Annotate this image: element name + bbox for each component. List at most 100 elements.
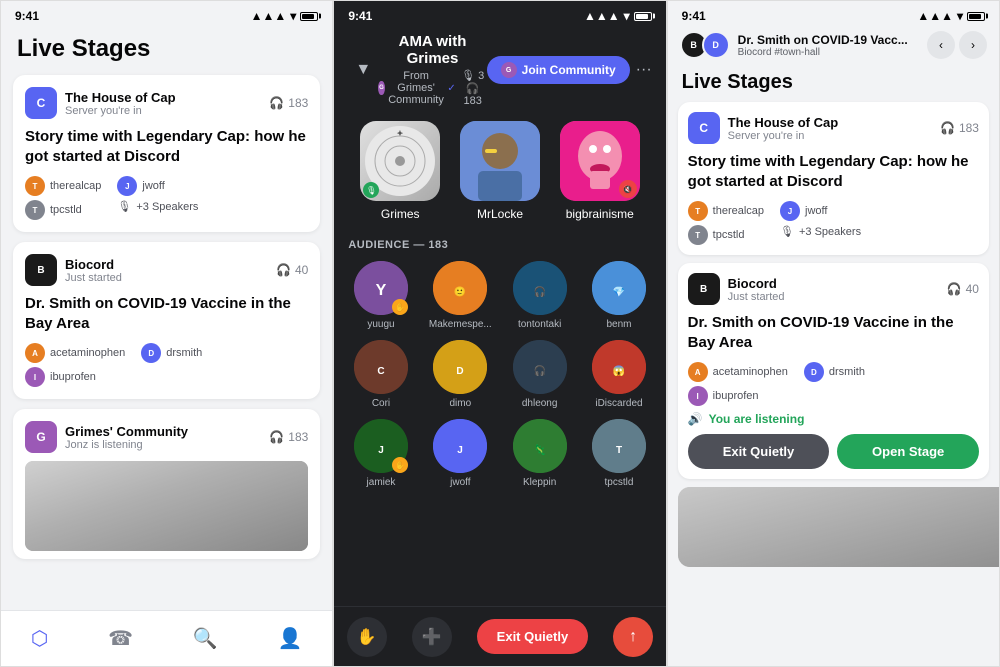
screen-3: 9:41 ▲▲▲ ▾ B D Dr. Smith on COVID-19 Vac…: [667, 0, 1000, 667]
stage-title-1: Story time with Legendary Cap: how he go…: [25, 127, 308, 166]
speaker-drsmith: D drsmith: [141, 343, 202, 363]
svg-text:🎧: 🎧: [533, 364, 545, 377]
stage-card-1[interactable]: C The House of Cap Server you're in 🎧 18…: [13, 75, 320, 232]
s3-card2-header: B Biocord Just started 🎧 40: [688, 273, 979, 305]
open-stage-button[interactable]: Open Stage: [837, 434, 979, 469]
avatar-makemespe: 🙂: [433, 261, 487, 315]
audience-member-kleppin: 🦎 Kleppin: [505, 419, 574, 488]
s3-speaker-more: 🎙 +3 Speakers: [780, 225, 861, 238]
mrlocke-avatar-wrap: [460, 121, 540, 201]
hand-raise-button[interactable]: ✋: [347, 617, 387, 657]
more-options-button[interactable]: ↑: [613, 617, 653, 657]
s3-avatar-therealcap: T: [688, 201, 708, 221]
stage-card-2[interactable]: B Biocord Just started 🎧 40 Dr. Smith on…: [13, 242, 320, 399]
speaker-name-therealcap: therealcap: [50, 180, 101, 192]
s3-speaker-ibuprofen: I ibuprofen: [688, 386, 788, 406]
s3-stage-card-1[interactable]: C The House of Cap Server you're in 🎧 18…: [678, 102, 989, 255]
community-text: Grimes' Community Jonz is listening: [65, 424, 188, 451]
audience-member-jwoff: J jwoff: [426, 419, 495, 488]
speakers-2: A acetaminophen I ibuprofen D drsmith: [25, 343, 308, 387]
action-buttons: Exit Quietly Open Stage: [688, 434, 979, 469]
status-icons-1: ▲▲▲ ▾: [251, 9, 319, 23]
s3-header: B D Dr. Smith on COVID-19 Vacc... Biocor…: [668, 27, 999, 67]
community-mini-icon: G: [378, 81, 384, 95]
stats-line: 🎙 3 🎧 183: [459, 69, 487, 107]
back-button-3[interactable]: ‹: [927, 31, 955, 59]
avatar-tpcstld: T: [25, 200, 45, 220]
community-name: Grimes' Community: [65, 424, 188, 439]
s3-headphone-icon-2: 🎧: [947, 282, 962, 296]
speaker-acetaminophen: A acetaminophen: [25, 343, 125, 363]
add-person-button[interactable]: ➕: [412, 617, 452, 657]
name-yuugu: yuugu: [367, 319, 394, 330]
audience-member-makemespe: 🙂 Makemespe...: [426, 261, 495, 330]
battery-icon-3: [967, 12, 985, 21]
svg-text:🎧: 🎧: [533, 285, 545, 298]
name-jwoff: jwoff: [450, 477, 470, 488]
server-sub-2: Just started: [65, 272, 122, 284]
battery-icon-2: [634, 12, 652, 21]
community-card[interactable]: G Grimes' Community Jonz is listening 🎧 …: [13, 409, 320, 559]
avatar-drsmith: D: [141, 343, 161, 363]
community-header: G Grimes' Community Jonz is listening 🎧 …: [25, 421, 308, 453]
server-text-2: Biocord Just started: [65, 257, 122, 284]
nav-calls[interactable]: ☎: [108, 626, 133, 651]
verified-badge: ✓: [447, 83, 455, 94]
exit-quietly-button-2[interactable]: Exit Quietly: [477, 619, 589, 654]
speaker-col-right-1: J jwoff 🎙 +3 Speakers: [117, 176, 198, 220]
card2-header: B Biocord Just started 🎧 40: [25, 254, 308, 286]
wifi-icon-2: ▾: [624, 9, 630, 23]
listening-bar: 🔊 You are listening: [688, 406, 979, 434]
card-image-inner: [25, 461, 308, 551]
s3-speaker-col-left-1: T therealcap T tpcstld: [688, 201, 764, 245]
speaker-col-left-2: A acetaminophen I ibuprofen: [25, 343, 125, 387]
server-icon-biocord: B: [25, 254, 57, 286]
s3-server-sub-2: Just started: [728, 291, 785, 303]
s3-speaker-more-label: +3 Speakers: [799, 226, 861, 238]
more-options[interactable]: ···: [636, 61, 652, 79]
nav-profile[interactable]: 👤: [278, 626, 303, 651]
s3-bottom-image-inner: [678, 487, 1000, 567]
s2-title-area: AMA with Grimes G From Grimes' Community…: [378, 33, 486, 107]
exit-quietly-button-3[interactable]: Exit Quietly: [688, 434, 830, 469]
s3-speaker-acetaminophen: A acetaminophen: [688, 362, 788, 382]
name-cori: Cori: [372, 398, 390, 409]
name-dhleong: dhleong: [522, 398, 558, 409]
speaker-card-grimes: ✦ 🎙 Grimes: [359, 121, 442, 221]
s3-server-info-2: B Biocord Just started: [688, 273, 785, 305]
speaker-col-right-2: D drsmith: [141, 343, 202, 387]
grimes-avatar-wrap: ✦ 🎙: [360, 121, 440, 201]
s3-headphone-icon-1: 🎧: [940, 121, 955, 135]
headphone-icon-3: 🎧: [269, 430, 284, 444]
s3-headphone-count-1: 🎧 183: [940, 121, 979, 135]
speaker-card-bigbrain: 🔇 bigbrainisme: [558, 121, 641, 221]
svg-text:J: J: [378, 445, 384, 456]
forward-button-3[interactable]: ›: [959, 31, 987, 59]
hand-badge-yuugu: ✋: [392, 299, 408, 315]
s3-server-icon-cap: C: [688, 112, 720, 144]
avatar-kleppin: 🦎: [513, 419, 567, 473]
s3-avatar-ibuprofen: I: [688, 386, 708, 406]
audience-member-idiscarded: 😱 iDiscarded: [584, 340, 653, 409]
speaker-name-drsmith: drsmith: [166, 347, 202, 359]
s3-avatar-tpcstld: T: [688, 225, 708, 245]
audience-grid: Y ✋ yuugu 🙂 Makemespe... 🎧 tontontaki: [334, 257, 665, 492]
status-bar-1: 9:41 ▲▲▲ ▾: [1, 1, 332, 27]
avatar-therealcap: T: [25, 176, 45, 196]
nav-discord[interactable]: ⬡: [31, 626, 48, 651]
s3-stage-title-1: Story time with Legendary Cap: how he go…: [688, 152, 979, 191]
status-icons-2: ▲▲▲ ▾: [584, 9, 652, 23]
server-avatars-3: B D: [680, 31, 730, 59]
s3-server-name-1: The House of Cap: [728, 115, 839, 130]
s3-stage-card-2[interactable]: B Biocord Just started 🎧 40 Dr. Smith on…: [678, 263, 989, 479]
s3-speaker-col-left-2: A acetaminophen I ibuprofen: [688, 362, 788, 406]
s3-speaker-name-acetaminophen: acetaminophen: [713, 366, 788, 378]
mic-icon-1: 🎙: [117, 200, 131, 213]
nav-search[interactable]: 🔍: [193, 626, 218, 651]
avatar-benm: 💎: [592, 261, 646, 315]
join-community-button[interactable]: G Join Community: [487, 56, 630, 84]
back-chevron[interactable]: ▼: [348, 61, 378, 79]
time-2: 9:41: [348, 9, 372, 23]
audience-member-tontontaki: 🎧 tontontaki: [505, 261, 574, 330]
svg-text:C: C: [377, 366, 384, 377]
